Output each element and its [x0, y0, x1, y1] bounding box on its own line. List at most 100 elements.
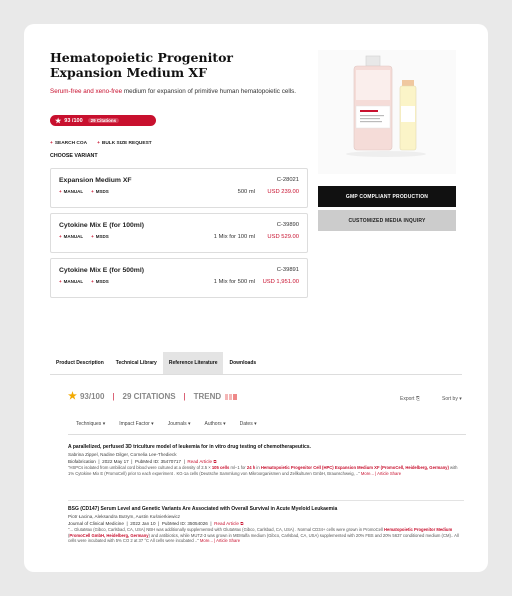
- snippet-highlight: 105 cells: [211, 465, 230, 470]
- trend-chart-icon: [225, 393, 238, 400]
- variant-links: + MANUAL + MSDS: [59, 189, 109, 194]
- article-meta: Biofabrication | 2022 May 17 | PubMed ID…: [68, 459, 217, 464]
- manual-link[interactable]: + MANUAL: [59, 234, 83, 239]
- chevron-down-icon: ▾: [223, 421, 226, 427]
- stats-score: 93/100: [79, 392, 105, 401]
- export-icon: ⎘: [415, 396, 420, 402]
- variant-card[interactable]: Cytokine Mix E (for 100ml) C-39890 + MANU…: [50, 213, 308, 253]
- search-coa-link[interactable]: + SEARCH COA: [50, 141, 87, 146]
- msds-link[interactable]: + MSDS: [91, 234, 109, 239]
- filter-journals[interactable]: Journals ▾: [168, 421, 191, 427]
- variant-size: 1 Mix for 500 ml: [213, 279, 255, 285]
- plus-icon: +: [59, 189, 62, 194]
- snippet-highlight: 24 h: [246, 465, 256, 470]
- snippet-text: "HSPCs isolated from umbilical cord bloo…: [68, 465, 212, 470]
- article-journal: Journal of Clinical Medicine: [68, 521, 124, 526]
- msds-label: MSDS: [95, 279, 109, 284]
- article-authors: Sabrina Zippel, Nadine Dilger, Cornelia …: [68, 452, 177, 457]
- read-article-link[interactable]: Read Article ⧉: [187, 459, 216, 464]
- external-link-icon: ⧉: [240, 521, 244, 526]
- msds-label: MSDS: [95, 189, 109, 194]
- variant-links: + MANUAL + MSDS: [59, 234, 109, 239]
- filter-bar: Techniques ▾ Impact Factor ▾ Journals ▾ …: [76, 421, 257, 427]
- score-value: 93 /100: [64, 117, 83, 124]
- snippet-text: "... GlutaMax (Gibco, Carlsbad, CA, USA)…: [68, 527, 385, 532]
- plus-icon: +: [91, 279, 94, 284]
- variant-code: C-28021: [276, 177, 299, 183]
- article-title[interactable]: BSG (CD147) Serum Level and Genetic Vari…: [68, 506, 464, 513]
- export-button[interactable]: Export ⎘: [400, 396, 420, 402]
- snippet-highlight: PromoCell GmbH, Heidelberg, Germany: [69, 532, 149, 538]
- snippet-highlight: Hematopoietic Progenitor Medium: [384, 527, 453, 532]
- subtitle-rest: medium for expansion of primitive human …: [122, 88, 297, 95]
- plus-icon: +: [59, 279, 62, 284]
- chevron-down-icon: ▾: [459, 396, 462, 402]
- product-image: [318, 50, 456, 174]
- variant-price: USD 1,951.00: [262, 279, 299, 285]
- variant-code: C-39891: [276, 267, 299, 273]
- chevron-down-icon: ▾: [151, 421, 154, 427]
- more-share-link[interactable]: More... | Article Share: [200, 538, 240, 543]
- tab-technical-library[interactable]: Technical Library: [110, 352, 163, 374]
- divider: |: [183, 392, 186, 401]
- variant-size: 1 Mix for 100 ml: [213, 234, 255, 240]
- bulk-size-label: BULK SIZE REQUEST: [101, 141, 152, 146]
- article-pmid: PubMed ID: 35470717: [135, 459, 182, 464]
- external-link-icon: ⧉: [213, 459, 217, 464]
- msds-link[interactable]: + MSDS: [91, 279, 109, 284]
- article-journal: Biofabrication: [68, 459, 96, 464]
- score-badge[interactable]: ★ 93 /100 29 Citations: [50, 115, 156, 126]
- filter-authors[interactable]: Authors ▾: [205, 421, 226, 427]
- star-icon: ★: [55, 117, 62, 125]
- sort-by-label: Sort by: [442, 396, 458, 402]
- page-card: Hematopoietic Progenitor Expansion Mediu…: [24, 24, 488, 572]
- article-item: BSG (CD147) Serum Level and Genetic Vari…: [68, 506, 464, 544]
- variant-price: USD 529.00: [267, 234, 299, 240]
- article-snippet: "HSPCs isolated from umbilical cord bloo…: [68, 465, 464, 476]
- article-snippet: "... GlutaMax (Gibco, Carlsbad, CA, USA)…: [68, 527, 464, 544]
- stats-citations: 29 CITATIONS: [122, 392, 176, 401]
- filter-dates[interactable]: Dates ▾: [240, 421, 257, 427]
- custom-media-inquiry-button[interactable]: CUSTOMIZED MEDIA INQUIRY: [318, 210, 456, 231]
- divider: |: [112, 392, 115, 401]
- sort-by-dropdown[interactable]: Sort by ▾: [442, 396, 462, 402]
- gmp-production-button[interactable]: GMP COMPLIANT PRODUCTION: [318, 186, 456, 207]
- read-article-label: Read Article: [187, 459, 213, 464]
- variant-price: USD 239.00: [267, 189, 299, 195]
- medium-bottle-icon: [346, 55, 426, 157]
- more-share-link[interactable]: More... | Article Share: [361, 471, 401, 476]
- variant-size: 500 ml: [237, 189, 255, 195]
- read-article-link[interactable]: Read Article ⧉: [214, 521, 243, 526]
- article-pmid: PubMed ID: 35054026: [161, 521, 208, 526]
- tab-product-description[interactable]: Product Description: [50, 352, 110, 374]
- plus-icon: +: [91, 234, 94, 239]
- msds-link[interactable]: + MSDS: [91, 189, 109, 194]
- filter-impact-factor[interactable]: Impact Factor ▾: [119, 421, 153, 427]
- filter-techniques[interactable]: Techniques ▾: [76, 421, 105, 427]
- snippet-highlight: Hematopoietic Progenitor Cell (HPC) Expa…: [260, 465, 449, 470]
- filter-label: Authors: [204, 421, 222, 427]
- choose-variant-heading: CHOOSE VARIANT: [50, 153, 98, 159]
- manual-link[interactable]: + MANUAL: [59, 189, 83, 194]
- plus-icon: +: [50, 141, 53, 146]
- plus-icon: +: [59, 234, 62, 239]
- plus-icon: +: [91, 189, 94, 194]
- manual-link[interactable]: + MANUAL: [59, 279, 83, 284]
- variant-card[interactable]: Expansion Medium XF C-28021 + MANUAL + MSD…: [50, 168, 308, 208]
- variant-card[interactable]: Cytokine Mix E (for 500ml) C-39891 + MANU…: [50, 258, 308, 298]
- chevron-down-icon: ▾: [254, 421, 257, 427]
- tab-bar: Product Description Technical Library Re…: [50, 352, 262, 374]
- bulk-size-link[interactable]: + BULK SIZE REQUEST: [97, 141, 152, 146]
- variant-name: Expansion Medium XF: [59, 177, 132, 184]
- manual-label: MANUAL: [63, 234, 84, 239]
- filter-divider: [68, 434, 466, 435]
- export-label: Export: [400, 396, 415, 402]
- variant-name: Cytokine Mix E (for 100ml): [59, 222, 144, 229]
- article-title[interactable]: A parallelized, perfused 3D triculture m…: [68, 444, 464, 451]
- tab-reference-literature[interactable]: Reference Literature: [162, 352, 224, 374]
- article-authors: Piotr Łacina, Aleksandra Butrym, Austin …: [68, 514, 181, 519]
- filter-label: Techniques: [76, 421, 102, 427]
- tab-downloads[interactable]: Downloads: [223, 352, 262, 374]
- chevron-down-icon: ▾: [102, 421, 106, 427]
- star-icon: ★: [68, 391, 77, 402]
